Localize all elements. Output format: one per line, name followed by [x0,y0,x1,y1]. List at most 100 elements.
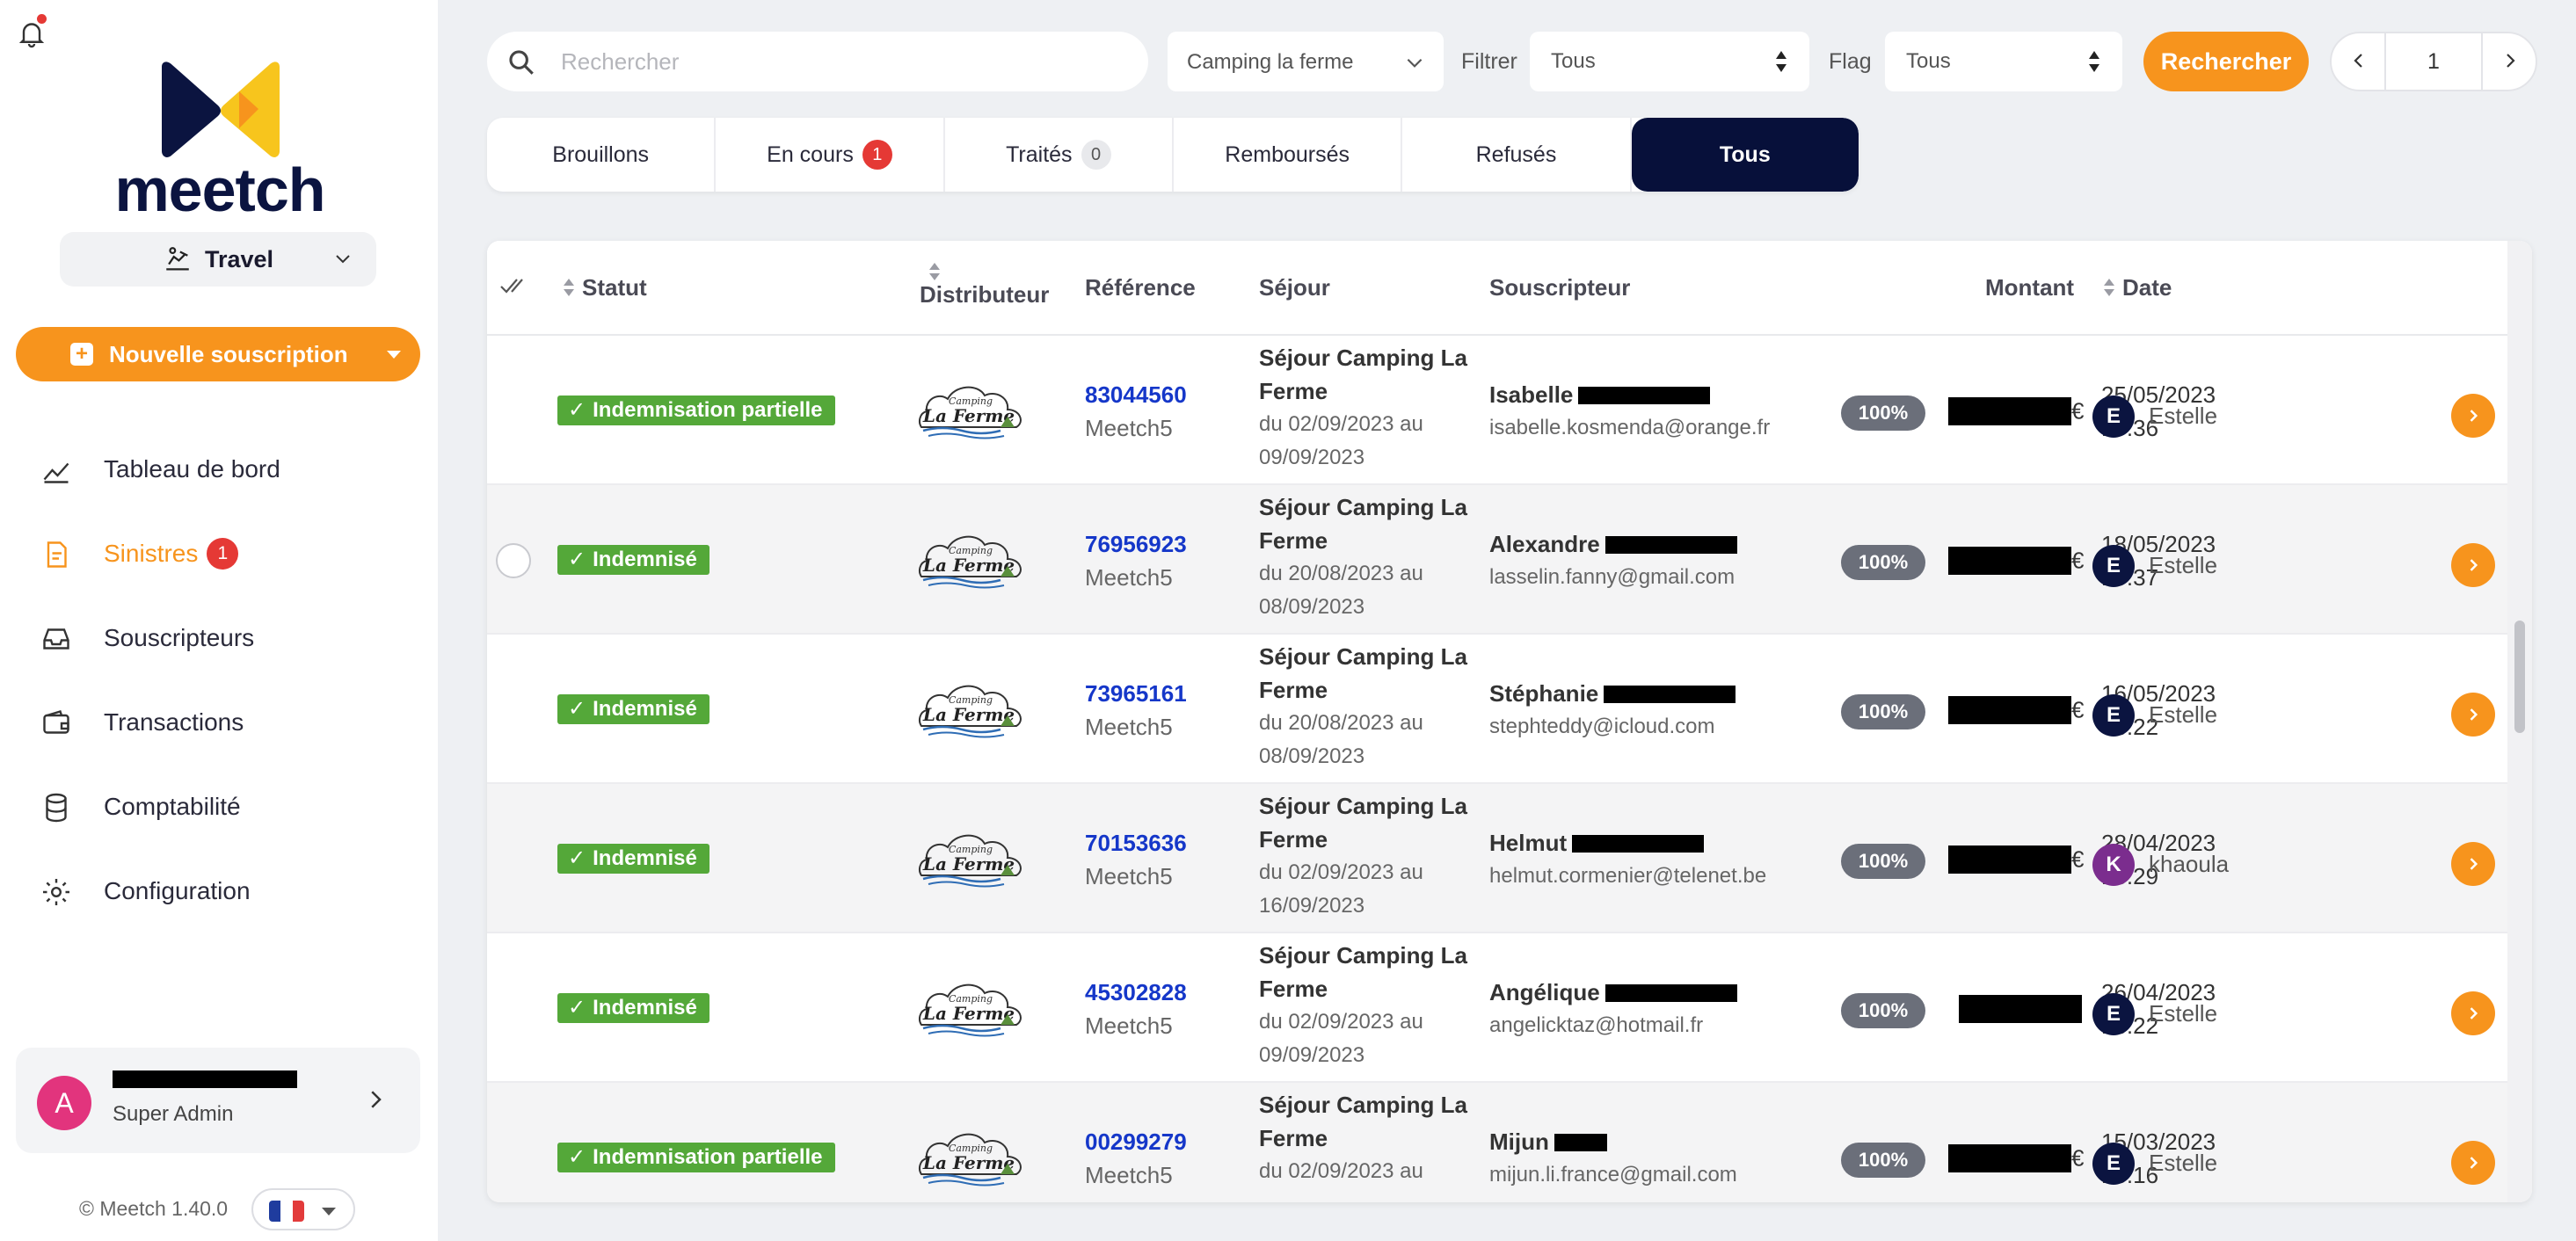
new-subscription-button[interactable]: + Nouvelle souscription [16,327,420,381]
open-claim-button[interactable] [2451,394,2495,438]
subscriber-name-redacted [1554,1134,1607,1151]
sidebar-item-configuration[interactable]: Configuration [0,849,438,933]
subscriber-name: Angélique [1489,976,1737,1009]
tab-rembourses[interactable]: Remboursés [1174,118,1403,192]
sidebar-item-dashboard[interactable]: Tableau de bord [0,427,438,512]
open-claim-button[interactable] [2451,842,2495,886]
reference-link[interactable]: 45302828 [1085,976,1187,1009]
beach-icon [166,247,189,271]
header-date[interactable]: Date [2103,274,2172,301]
caret-down-icon [322,1208,336,1216]
inbox-icon [43,628,69,650]
search-bar [487,32,1148,91]
sidebar-item-sinistres[interactable]: Sinistres 1 [0,512,438,596]
france-flag-icon [269,1201,304,1222]
open-claim-button[interactable] [2451,991,2495,1035]
language-select[interactable] [251,1188,355,1230]
agent-avatar: K [2092,844,2135,886]
user-card[interactable]: A Super Admin [16,1048,420,1153]
sejour-title: Séjour Camping La Ferme [1259,1092,1467,1151]
filter-select[interactable]: Tous [1530,32,1809,91]
subscriber-first-name: Mijun [1489,1129,1549,1155]
tab-count-badge: 1 [862,140,892,170]
open-claim-button[interactable] [2451,1141,2495,1185]
distributor-name: Meetch5 [1085,1012,1173,1039]
table-row[interactable]: ✓ Indemnisé Camping La Ferme 76956923 Mee… [487,485,2507,635]
table-row[interactable]: ✓ Indemnisé Camping La Ferme 73965161 Mee… [487,635,2507,784]
row-select-radio[interactable] [496,543,531,578]
chevron-right-icon [2470,1157,2478,1169]
next-page-button[interactable] [2481,33,2536,90]
distributor-logo-bottom: La Ferme [922,1152,1015,1173]
agent-name: Estelle [2149,1000,2218,1027]
header-label: Statut [582,274,647,301]
flag-select[interactable]: Tous [1885,32,2122,91]
product-select[interactable]: Travel [60,232,376,287]
logo: meetch [106,56,334,224]
table-row[interactable]: ✓ Indemnisé Camping La Ferme 70153636 Mee… [487,784,2507,933]
sejour-dates: du 20/08/2023 au 08/09/2023 [1259,562,1423,619]
tab-traites[interactable]: Traités 0 [945,118,1174,192]
double-check-icon[interactable] [499,274,529,297]
sidebar-item-transactions[interactable]: Transactions [0,680,438,765]
amount-currency: € [2071,696,2085,723]
sidebar-nav: Tableau de bord Sinistres 1 Souscripteur… [0,427,438,933]
header-statut[interactable]: Statut [563,274,647,301]
status-label: Indemnisé [593,697,697,721]
reference-link[interactable]: 83044560 [1085,378,1187,411]
sort-icon [564,279,574,296]
scrollbar[interactable] [2507,241,2532,1202]
search-button[interactable]: Rechercher [2143,32,2309,91]
search-input[interactable] [561,42,1124,81]
header-montant: Montant [1985,274,2075,301]
open-claim-button[interactable] [2451,693,2495,737]
header-label: Distributeur [920,281,1050,308]
sidebar-item-comptabilite[interactable]: Comptabilité [0,765,438,849]
scrollbar-thumb[interactable] [2514,620,2525,733]
amount-redacted [1948,696,2071,724]
amount-cell: € [1948,1144,2084,1176]
reference-link[interactable]: 70153636 [1085,826,1187,860]
tab-tous[interactable]: Tous [1631,118,1859,192]
chevron-right-icon [2470,559,2478,571]
distributor-name: Meetch5 [1085,863,1173,889]
sejour-dates: du 20/08/2023 au 08/09/2023 [1259,711,1423,768]
reference-link[interactable]: 00299279 [1085,1125,1187,1158]
table-row[interactable]: ✓ Indemnisation partielle Camping La Ferm… [487,1083,2507,1202]
table-row[interactable]: ✓ Indemnisation partielle Camping La Ferm… [487,336,2507,485]
sidebar-item-souscripteurs[interactable]: Souscripteurs [0,596,438,680]
tab-refuses[interactable]: Refusés [1402,118,1632,192]
tab-brouillons[interactable]: Brouillons [487,118,717,192]
agent-avatar: E [2092,396,2135,438]
tab-label: Tous [1719,142,1771,167]
caret-down-icon[interactable] [387,351,401,359]
page-number[interactable]: 1 [2386,33,2481,90]
user-role: Super Admin [113,1102,234,1126]
notification-dot [37,14,47,24]
chevron-right-icon [2507,54,2515,68]
reference-link[interactable]: 76956923 [1085,527,1187,561]
chevron-left-icon [2354,54,2362,68]
reference-link[interactable]: 73965161 [1085,677,1187,710]
distributor-logo-bottom: La Ferme [922,1003,1015,1024]
tab-label: Remboursés [1225,142,1350,167]
tab-en-cours[interactable]: En cours 1 [716,118,945,192]
distributor-name: Meetch5 [1085,415,1173,441]
camping-select[interactable]: Camping la ferme [1168,32,1444,91]
subscriber-email: helmut.cormenier@telenet.be [1489,864,1767,888]
distributor-logo-bottom: La Ferme [922,704,1015,725]
chevron-right-icon [371,1091,382,1108]
amount-cell: € [1948,845,2084,877]
table-row[interactable]: ✓ Indemnisé Camping La Ferme 45302828 Mee… [487,933,2507,1083]
amount-cell [1959,995,2082,1027]
sejour-cell: Séjour Camping La Ferme du 02/09/2023 au… [1259,789,1479,923]
header-distributeur[interactable]: Distributeur [920,262,1049,308]
tab-label: Brouillons [552,142,650,167]
subscriber-cell: Isabelle isabelle.kosmenda@orange.fr [1489,378,1770,445]
reference-cell: 73965161 Meetch5 [1085,677,1187,744]
sejour-dates: du 02/09/2023 au [1259,1159,1423,1183]
sejour-cell: Séjour Camping La Ferme du 02/09/2023 au… [1259,341,1479,475]
previous-page-button[interactable] [2332,33,2386,90]
coverage-percent-badge: 100% [1841,545,1925,580]
open-claim-button[interactable] [2451,543,2495,587]
